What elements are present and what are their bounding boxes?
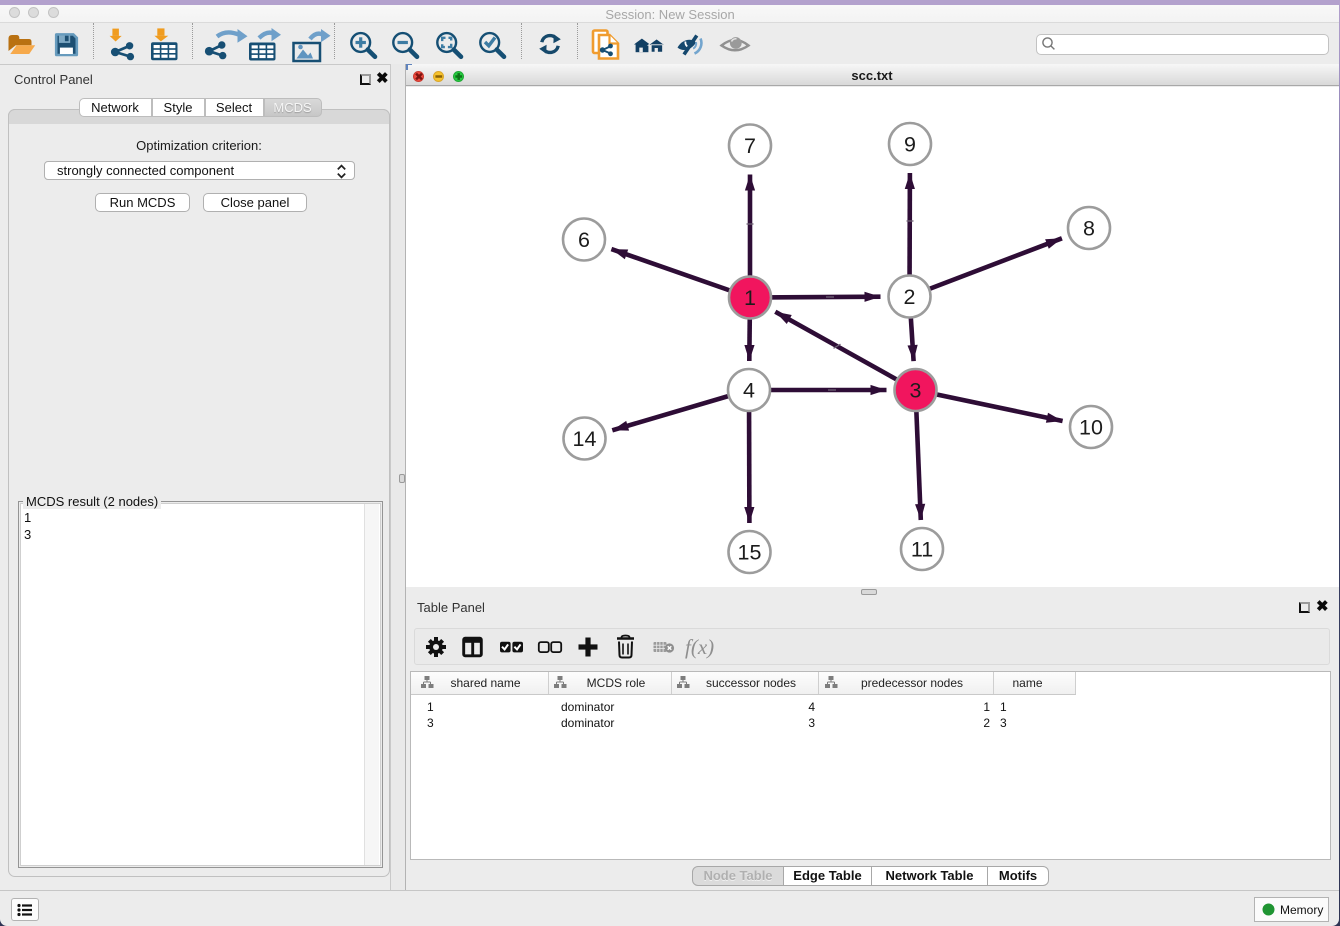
- svg-text:2: 2: [904, 285, 916, 309]
- svg-text:10: 10: [1079, 416, 1103, 440]
- svg-text:4: 4: [743, 379, 755, 403]
- svg-text:6: 6: [578, 228, 590, 252]
- svg-text:14: 14: [573, 427, 597, 451]
- svg-text:8: 8: [1083, 217, 1095, 241]
- svg-text:1: 1: [744, 286, 756, 310]
- svg-text:11: 11: [911, 538, 933, 562]
- svg-text:f(x): f(x): [685, 635, 714, 659]
- svg-text:9: 9: [904, 133, 916, 157]
- svg-text:3: 3: [910, 379, 922, 403]
- svg-text:15: 15: [738, 541, 762, 565]
- svg-text:7: 7: [744, 134, 756, 158]
